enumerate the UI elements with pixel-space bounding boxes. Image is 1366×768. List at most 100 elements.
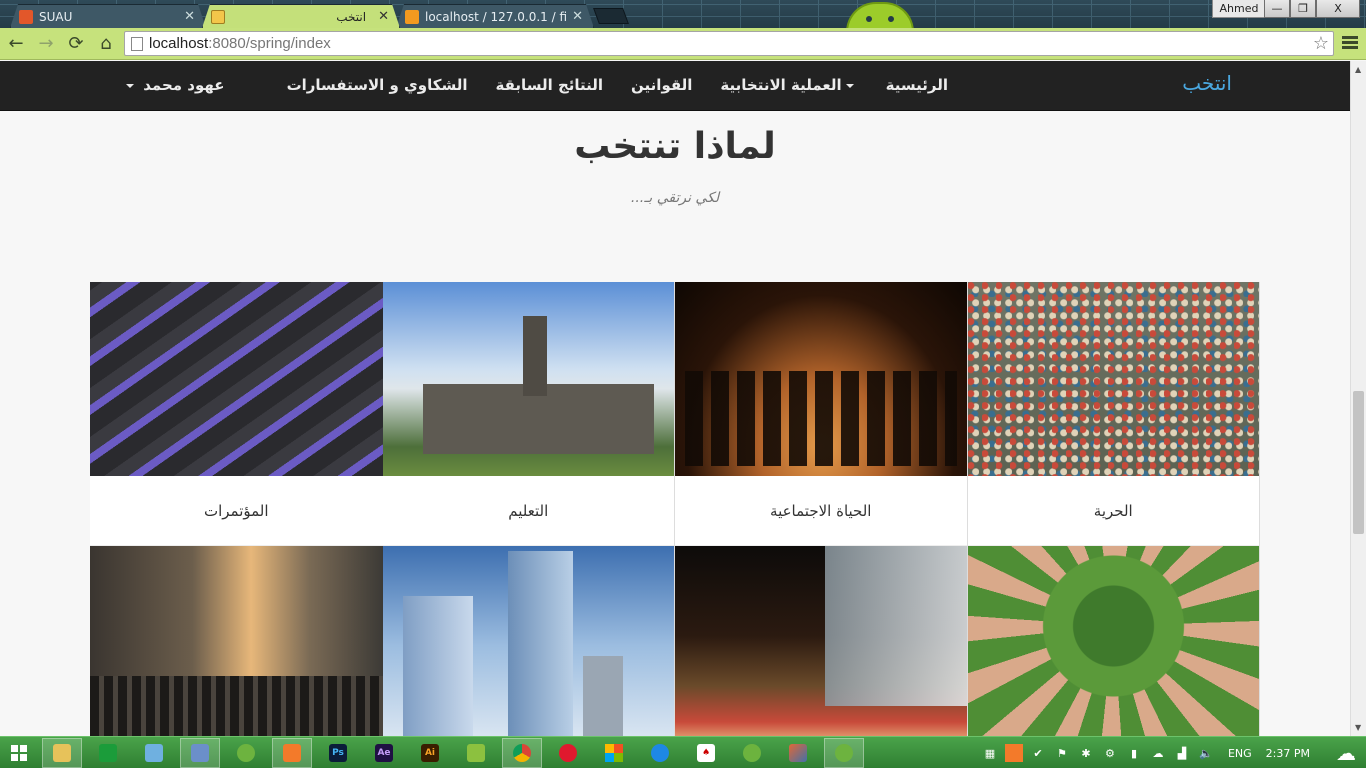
university-image — [382, 282, 674, 476]
minimize-button[interactable]: — — [1264, 0, 1290, 18]
url-host: localhost — [149, 35, 209, 52]
taskbar-illustrator[interactable]: Ai — [410, 738, 450, 768]
apps-tray-icon[interactable]: ⚙ — [1101, 744, 1119, 762]
nav-label: العملية الانتخابية — [720, 76, 842, 94]
start-button[interactable] — [0, 737, 38, 768]
weather-cloud-icon[interactable]: ☁ — [1326, 741, 1366, 765]
taskbar-explorer[interactable] — [42, 737, 82, 768]
network-icon[interactable]: ▟ — [1173, 744, 1191, 762]
chrome-menu-icon[interactable] — [1342, 34, 1358, 52]
scroll-up-icon[interactable]: ▲ — [1355, 65, 1361, 74]
utorrent-icon — [743, 743, 761, 762]
card-skyscrapers[interactable] — [382, 546, 675, 736]
spring-leaf-icon — [237, 743, 255, 762]
card-night-street[interactable] — [675, 546, 968, 736]
browser-titlebar: SUAU ✕ انتخب ✕ localhost / 127.0.0.1 / f… — [0, 0, 1366, 28]
city-crowd-image — [90, 546, 383, 736]
scrollbar-thumb[interactable] — [1353, 391, 1364, 534]
card-social-life[interactable]: الحياة الاجتماعية — [675, 282, 968, 546]
taskbar-xampp[interactable] — [272, 737, 312, 768]
taskbar-store[interactable] — [88, 738, 128, 768]
nav-election-process[interactable]: العملية الانتخابية — [720, 76, 857, 94]
reload-button[interactable]: ⟳ — [62, 30, 90, 58]
close-window-button[interactable]: X — [1316, 0, 1360, 18]
main-menu: الرئيسية العملية الانتخابية القوانين الن… — [287, 76, 948, 94]
close-icon[interactable]: ✕ — [378, 9, 389, 24]
bluetooth-icon[interactable]: ✱ — [1077, 744, 1095, 762]
brand-logo[interactable]: انتخب — [1182, 71, 1232, 95]
page-scrollbar[interactable]: ▲ ▼ — [1350, 61, 1366, 736]
taskbar-solitaire[interactable]: ♠ — [686, 738, 726, 768]
language-indicator[interactable]: ENG — [1228, 747, 1252, 760]
xampp-tray-icon[interactable] — [1004, 744, 1023, 762]
card-freedom[interactable]: الحرية — [967, 282, 1260, 546]
taskbar-matlab[interactable] — [778, 738, 818, 768]
cards-icon: ♠ — [697, 743, 715, 762]
xampp-icon — [283, 743, 301, 762]
tab-suau[interactable]: SUAU ✕ — [10, 4, 206, 28]
after-effects-icon: Ae — [375, 743, 393, 762]
nav-home[interactable]: الرئيسية — [886, 76, 948, 94]
windows-tray-icon[interactable]: ▦ — [981, 744, 999, 762]
folder-icon — [53, 743, 71, 762]
back-button[interactable]: ← — [2, 30, 30, 58]
taskbar-utorrent[interactable] — [732, 738, 772, 768]
volume-icon[interactable]: 🔈 — [1197, 744, 1215, 762]
hands-circle-image — [967, 546, 1259, 736]
system-tray: ▦ ✔ ⚑ ✱ ⚙ ▮ ☁ ▟ 🔈 ENG 2:37 PM ☁ — [978, 737, 1366, 768]
card-city-crowd[interactable] — [90, 546, 383, 736]
tab-intakhib[interactable]: انتخب ✕ — [202, 4, 400, 28]
card-caption: الحياة الاجتماعية — [675, 476, 967, 546]
url-path: :8080/spring/index — [208, 35, 331, 52]
address-bar[interactable]: localhost:8080/spring/index ☆ — [124, 31, 1334, 56]
tab-phpmyadmin[interactable]: localhost / 127.0.0.1 / fina ✕ — [396, 4, 594, 28]
taskbar-photoshop[interactable]: Ps — [318, 738, 358, 768]
onedrive-icon[interactable]: ☁ — [1149, 744, 1167, 762]
taskbar-spring[interactable] — [226, 738, 266, 768]
nav-laws[interactable]: القوانين — [631, 76, 692, 94]
taskbar-android-studio[interactable] — [456, 738, 496, 768]
windows-logo-icon — [11, 744, 27, 761]
card-conferences[interactable]: المؤتمرات — [90, 282, 383, 546]
nav-previous-results[interactable]: النتائج السابقة — [496, 76, 604, 94]
battery-icon[interactable]: ▮ — [1125, 744, 1143, 762]
security-tray-icon[interactable]: ✔ — [1029, 744, 1047, 762]
taskbar-office[interactable] — [594, 738, 634, 768]
close-icon[interactable]: ✕ — [184, 9, 195, 24]
scroll-down-icon[interactable]: ▼ — [1355, 723, 1361, 732]
taskbar-after-effects[interactable]: Ae — [364, 738, 404, 768]
chrome-icon — [513, 743, 531, 762]
crowd-image — [967, 282, 1259, 476]
android-icon — [467, 743, 485, 762]
close-icon[interactable]: ✕ — [572, 9, 583, 24]
clock[interactable]: 2:37 PM — [1266, 747, 1310, 760]
restore-button[interactable]: ❐ — [1290, 0, 1316, 18]
taskbar-spring-2[interactable] — [824, 737, 864, 768]
card-hands-circle[interactable] — [967, 546, 1260, 736]
nav-complaints[interactable]: الشكاوي و الاستفسارات — [287, 76, 468, 94]
taskbar-files[interactable] — [134, 738, 174, 768]
caret-down-icon — [126, 83, 134, 88]
card-caption: الحرية — [967, 476, 1259, 546]
caret-down-icon — [845, 83, 854, 88]
xampp-favicon-icon — [19, 10, 33, 24]
site-navbar: انتخب الرئيسية العملية الانتخابية القوان… — [0, 61, 1350, 111]
taskbar-chrome[interactable] — [502, 737, 542, 768]
forward-button[interactable]: → — [32, 30, 60, 58]
card-education[interactable]: التعليم — [382, 282, 675, 546]
profile-button[interactable]: Ahmed — [1212, 0, 1266, 18]
new-tab-button[interactable] — [593, 8, 629, 24]
taskbar-virtualbox[interactable] — [180, 737, 220, 768]
url-text[interactable]: localhost:8080/spring/index — [149, 35, 1309, 52]
windows-taskbar: Ps Ae Ai ♠ ▦ ✔ ⚑ ✱ ⚙ ▮ ☁ ▟ 🔈 ENG 2:37 PM… — [0, 736, 1366, 768]
card-caption: المؤتمرات — [90, 476, 383, 546]
store-icon — [99, 743, 117, 762]
phpmyadmin-favicon-icon — [405, 10, 419, 24]
home-button[interactable]: ⌂ — [92, 30, 120, 58]
tab-title: SUAU — [39, 9, 73, 24]
user-dropdown[interactable]: عهود محمد — [122, 76, 225, 94]
taskbar-messenger[interactable] — [640, 738, 680, 768]
taskbar-opera[interactable] — [548, 738, 588, 768]
flag-icon[interactable]: ⚑ — [1053, 744, 1071, 762]
bookmark-star-icon[interactable]: ☆ — [1309, 33, 1333, 54]
